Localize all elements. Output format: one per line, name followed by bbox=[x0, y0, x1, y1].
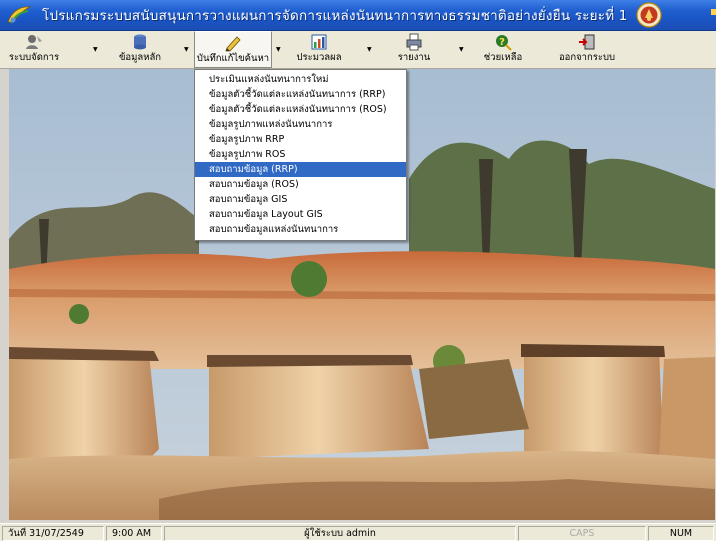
menu-item-evaluate-new-site[interactable]: ประเมินแหล่งนันทนาการใหม่ bbox=[195, 72, 406, 87]
application-window: โปรแกรมระบบสนับสนุนการวางแผนการจัดการแหล… bbox=[0, 0, 716, 541]
window-title: โปรแกรมระบบสนับสนุนการวางแผนการจัดการแหล… bbox=[42, 8, 628, 24]
toolbar-process-button[interactable]: ประมวลผล bbox=[288, 31, 350, 68]
toolbar-report-button[interactable]: รายงาน bbox=[390, 31, 438, 68]
menu-item-query-gis[interactable]: สอบถามข้อมูล GIS bbox=[195, 192, 406, 207]
toolbar-admin-button[interactable]: ระบบจัดการ bbox=[6, 31, 62, 68]
svg-text:?: ? bbox=[499, 37, 505, 48]
help-icon: ? bbox=[493, 33, 513, 51]
database-icon bbox=[130, 33, 150, 51]
process-dropdown-arrow-icon[interactable]: ▼ bbox=[367, 46, 372, 53]
toolbar-masterdata-label: ข้อมูลหลัก bbox=[118, 52, 162, 63]
menu-item-query-rrp[interactable]: สอบถามข้อมูล (RRP) bbox=[195, 162, 406, 177]
admin-tools-icon bbox=[24, 33, 44, 51]
process-chart-icon bbox=[309, 33, 329, 51]
seal-logo-icon bbox=[635, 2, 662, 28]
toolbar-edit-search-button[interactable]: บันทึกแก้ไขค้นหา bbox=[194, 31, 272, 68]
toolbar-help-label: ช่วยเหลือ bbox=[483, 52, 523, 63]
exit-icon bbox=[577, 33, 597, 51]
left-frame-strip bbox=[0, 69, 9, 520]
printer-icon bbox=[404, 33, 424, 51]
status-caps: CAPS bbox=[518, 526, 646, 541]
menu-item-site-images[interactable]: ข้อมูลรูปภาพแหล่งนันทนาการ bbox=[195, 117, 406, 132]
title-bar[interactable]: โปรแกรมระบบสนับสนุนการวางแผนการจัดการแหล… bbox=[0, 0, 716, 31]
toolbar-edit-search-label: บันทึกแก้ไขค้นหา bbox=[196, 53, 270, 64]
toolbar-exit-button[interactable]: ออกจากระบบ bbox=[552, 31, 622, 68]
toolbar-process-label: ประมวลผล bbox=[296, 52, 342, 63]
admin-dropdown-arrow-icon[interactable]: ▼ bbox=[93, 46, 98, 53]
toolbar-masterdata-button[interactable]: ข้อมูลหลัก bbox=[110, 31, 170, 68]
status-bar: วันที่ 31/07/2549 9:00 AM ผู้ใช้ระบบ adm… bbox=[0, 523, 716, 541]
main-toolbar: ระบบจัดการ ▼ ข้อมูลหลัก ▼ บันทึกแก้ไขค้น… bbox=[0, 31, 716, 69]
menu-item-query-ros[interactable]: สอบถามข้อมูล (ROS) bbox=[195, 177, 406, 192]
menu-item-query-layout-gis[interactable]: สอบถามข้อมูล Layout GIS bbox=[195, 207, 406, 222]
status-time: 9:00 AM bbox=[106, 526, 162, 541]
toolbar-admin-label: ระบบจัดการ bbox=[8, 52, 60, 63]
menu-item-images-ros[interactable]: ข้อมูลรูปภาพ ROS bbox=[195, 147, 406, 162]
menu-item-query-sites[interactable]: สอบถามข้อมูลแหล่งนันทนาการ bbox=[195, 222, 406, 237]
edit-search-dropdown-arrow-icon[interactable]: ▼ bbox=[276, 46, 281, 53]
menu-item-indicators-rrp[interactable]: ข้อมูลตัวชี้วัดแต่ละแหล่งนันทนาการ (RRP) bbox=[195, 87, 406, 102]
edit-search-dropdown-menu: ประเมินแหล่งนันทนาการใหม่ ข้อมูลตัวชี้วั… bbox=[194, 69, 407, 241]
toolbar-report-label: รายงาน bbox=[397, 52, 431, 63]
toolbar-help-button[interactable]: ? ช่วยเหลือ bbox=[478, 31, 528, 68]
toolbar-exit-label: ออกจากระบบ bbox=[558, 52, 616, 63]
masterdata-dropdown-arrow-icon[interactable]: ▼ bbox=[184, 46, 189, 53]
status-num: NUM bbox=[648, 526, 714, 541]
menu-item-images-rrp[interactable]: ข้อมูลรูปภาพ RRP bbox=[195, 132, 406, 147]
edit-search-icon bbox=[223, 34, 243, 52]
menu-item-indicators-ros[interactable]: ข้อมูลตัวชี้วัดแต่ละแหล่งนันทนาการ (ROS) bbox=[195, 102, 406, 117]
leaf-swirl-icon bbox=[6, 4, 32, 26]
minimize-button[interactable] bbox=[711, 9, 716, 15]
status-date: วันที่ 31/07/2549 bbox=[2, 526, 104, 541]
status-user: ผู้ใช้ระบบ admin bbox=[164, 526, 516, 541]
report-dropdown-arrow-icon[interactable]: ▼ bbox=[459, 46, 464, 53]
